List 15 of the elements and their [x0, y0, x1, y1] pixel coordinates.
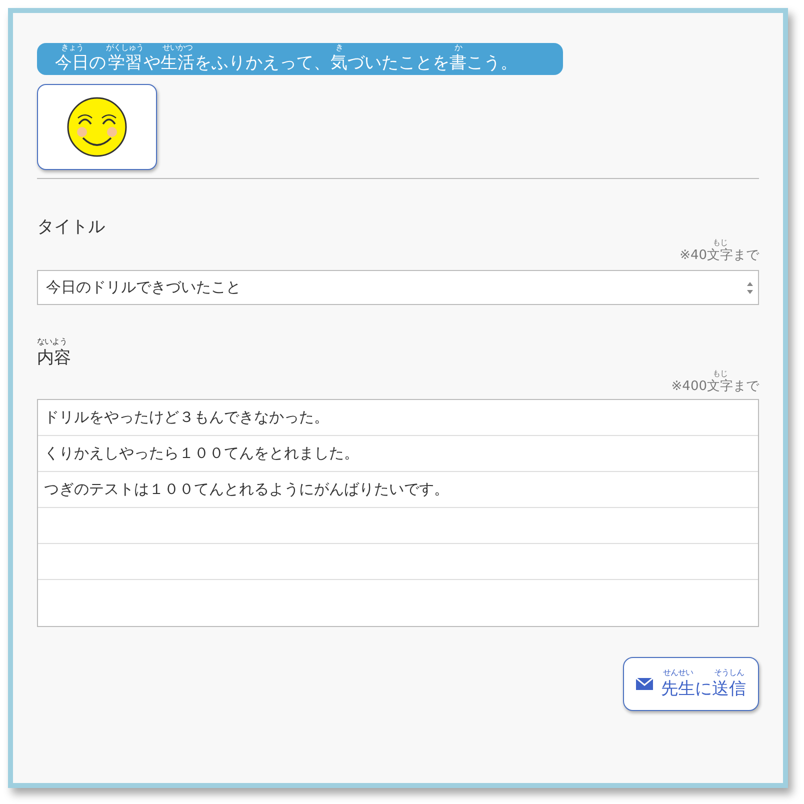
- title-label: タイトル: [37, 216, 105, 238]
- prompt-banner: きょう 今日 の がくしゅう 学習や せいかつ 生活をふりかえって、 き 気づいたことを か 書こう。: [37, 43, 563, 75]
- content-label: ないよう 内容: [37, 337, 71, 369]
- mood-button[interactable]: [37, 84, 157, 170]
- spinner-icon: [746, 280, 754, 296]
- content-line: つぎのテストは１００てんとれるようにがんばりたいです。: [44, 480, 449, 499]
- content-field[interactable]: ドリルをやったけど３もんできなかった。 くりかえしやったら１００てんをとれました。 つぎのテストは１００てんとれるようにがんばりたいです。: [37, 399, 759, 627]
- smiley-icon: [66, 96, 128, 158]
- envelope-icon: [636, 678, 653, 690]
- character-limit: ※400 もじ 文字 まで: [671, 369, 759, 395]
- character-limit: ※40 もじ 文字 まで: [680, 238, 759, 264]
- content-line: ドリルをやったけど３もんできなかった。: [44, 408, 329, 427]
- send-button[interactable]: せんせい 先生に そうしん 送信: [623, 657, 759, 711]
- content-line: くりかえしやったら１００てんをとれました。: [44, 444, 359, 463]
- title-field[interactable]: 今日のドリルできづいたこと: [37, 270, 759, 305]
